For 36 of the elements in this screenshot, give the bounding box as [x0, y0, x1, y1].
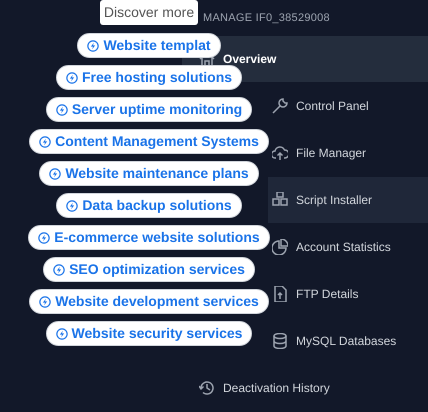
lightning-bolt-icon	[56, 328, 68, 340]
sidebar-item-label[interactable]: Deactivation History	[223, 379, 330, 397]
wrench-icon	[272, 98, 288, 114]
suggestion-chip[interactable]: Website maintenance plans	[39, 161, 259, 186]
suggestion-chip[interactable]: Website templat	[77, 33, 221, 58]
history-icon	[199, 380, 215, 396]
lightning-bolt-icon	[66, 72, 78, 84]
lightning-bolt-icon	[39, 296, 52, 308]
file-upload-icon	[272, 286, 288, 302]
lightning-bolt-icon	[38, 232, 50, 244]
sidebar-item-label[interactable]: MySQL Databases	[296, 332, 396, 350]
lightning-bolt-icon	[66, 200, 78, 212]
database-icon	[272, 333, 288, 349]
lightning-bolt-icon	[39, 136, 52, 148]
suggestion-chip[interactable]: Website security services	[46, 321, 252, 346]
suggestion-chip[interactable]: SEO optimization services	[43, 257, 255, 282]
lightning-bolt-icon	[87, 40, 100, 52]
sidebar-item-label[interactable]: FTP Details	[296, 285, 358, 303]
sidebar-heading: MANAGE IF0_38529008	[203, 11, 331, 25]
pie-chart-icon	[272, 239, 288, 255]
suggestion-chip[interactable]: Server uptime monitoring	[46, 97, 252, 122]
lightning-bolt-icon	[56, 104, 68, 116]
sidebar-item-label[interactable]: Account Statistics	[296, 238, 391, 256]
suggestion-chip[interactable]: Data backup solutions	[56, 193, 242, 218]
suggestion-chip[interactable]: E-commerce website solutions	[28, 225, 270, 250]
sidebar-item-label[interactable]: File Manager	[296, 144, 366, 162]
cubes-icon	[272, 192, 288, 208]
sidebar-item-label[interactable]: Control Panel	[296, 97, 369, 115]
suggestion-chip[interactable]: Content Management Systems	[29, 129, 269, 154]
sidebar-item[interactable]: Script Installer	[268, 177, 428, 223]
cloud-upload-icon	[272, 145, 288, 161]
suggestion-chip[interactable]: Free hosting solutions	[56, 65, 242, 90]
popup-title: Discover more	[100, 0, 198, 25]
lightning-bolt-icon	[49, 168, 62, 180]
suggestion-chip[interactable]: Website development services	[29, 289, 269, 314]
lightning-bolt-icon	[53, 264, 66, 276]
